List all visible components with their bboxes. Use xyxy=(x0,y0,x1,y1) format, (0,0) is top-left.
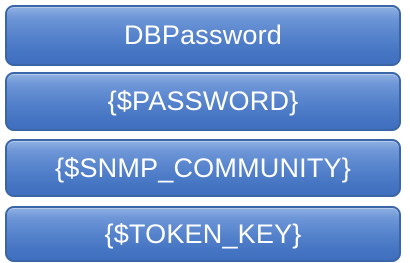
box-dbpassword: DBPassword xyxy=(5,5,401,66)
box-label: {$SNMP_COMMUNITY} xyxy=(55,152,351,183)
box-token-key-macro: {$TOKEN_KEY} xyxy=(5,206,401,262)
box-label: DBPassword xyxy=(123,20,283,50)
box-label: {$TOKEN_KEY} xyxy=(104,218,302,249)
box-password-macro: {$PASSWORD} xyxy=(5,72,401,131)
box-label: {$PASSWORD} xyxy=(107,86,299,116)
box-snmp-community-macro: {$SNMP_COMMUNITY} xyxy=(5,139,401,197)
label-stack: DBPassword {$PASSWORD} {$SNMP_COMMUNITY}… xyxy=(0,0,410,263)
